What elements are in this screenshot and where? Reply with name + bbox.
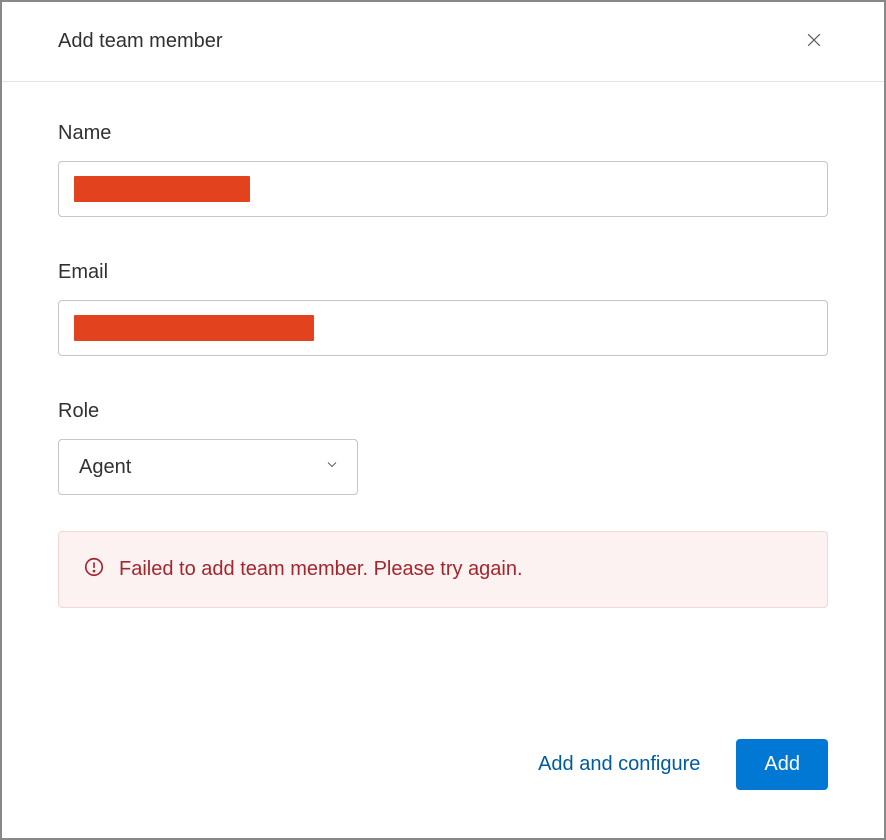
email-field-group: Email [58, 261, 828, 356]
name-label: Name [58, 122, 828, 145]
add-button[interactable]: Add [736, 739, 828, 790]
name-field-group: Name [58, 122, 828, 217]
error-banner: Failed to add team member. Please try ag… [58, 531, 828, 608]
close-button[interactable] [800, 26, 828, 57]
role-select-wrapper: Agent [58, 439, 358, 495]
error-message: Failed to add team member. Please try ag… [119, 558, 523, 581]
modal-header: Add team member [2, 2, 884, 82]
email-label: Email [58, 261, 828, 284]
email-input-container [58, 300, 828, 356]
role-select[interactable]: Agent [58, 439, 358, 495]
modal-title: Add team member [58, 30, 223, 53]
close-icon [804, 30, 824, 53]
add-and-configure-button[interactable]: Add and configure [538, 753, 700, 776]
error-icon [83, 556, 105, 583]
email-redaction [74, 315, 314, 341]
modal-footer: Add and configure Add [2, 739, 884, 838]
name-input-container [58, 161, 828, 217]
modal-body: Name Email Role Agent Failed to add team… [2, 82, 884, 739]
role-field-group: Role Agent [58, 400, 828, 495]
name-redaction [74, 176, 250, 202]
role-label: Role [58, 400, 828, 423]
